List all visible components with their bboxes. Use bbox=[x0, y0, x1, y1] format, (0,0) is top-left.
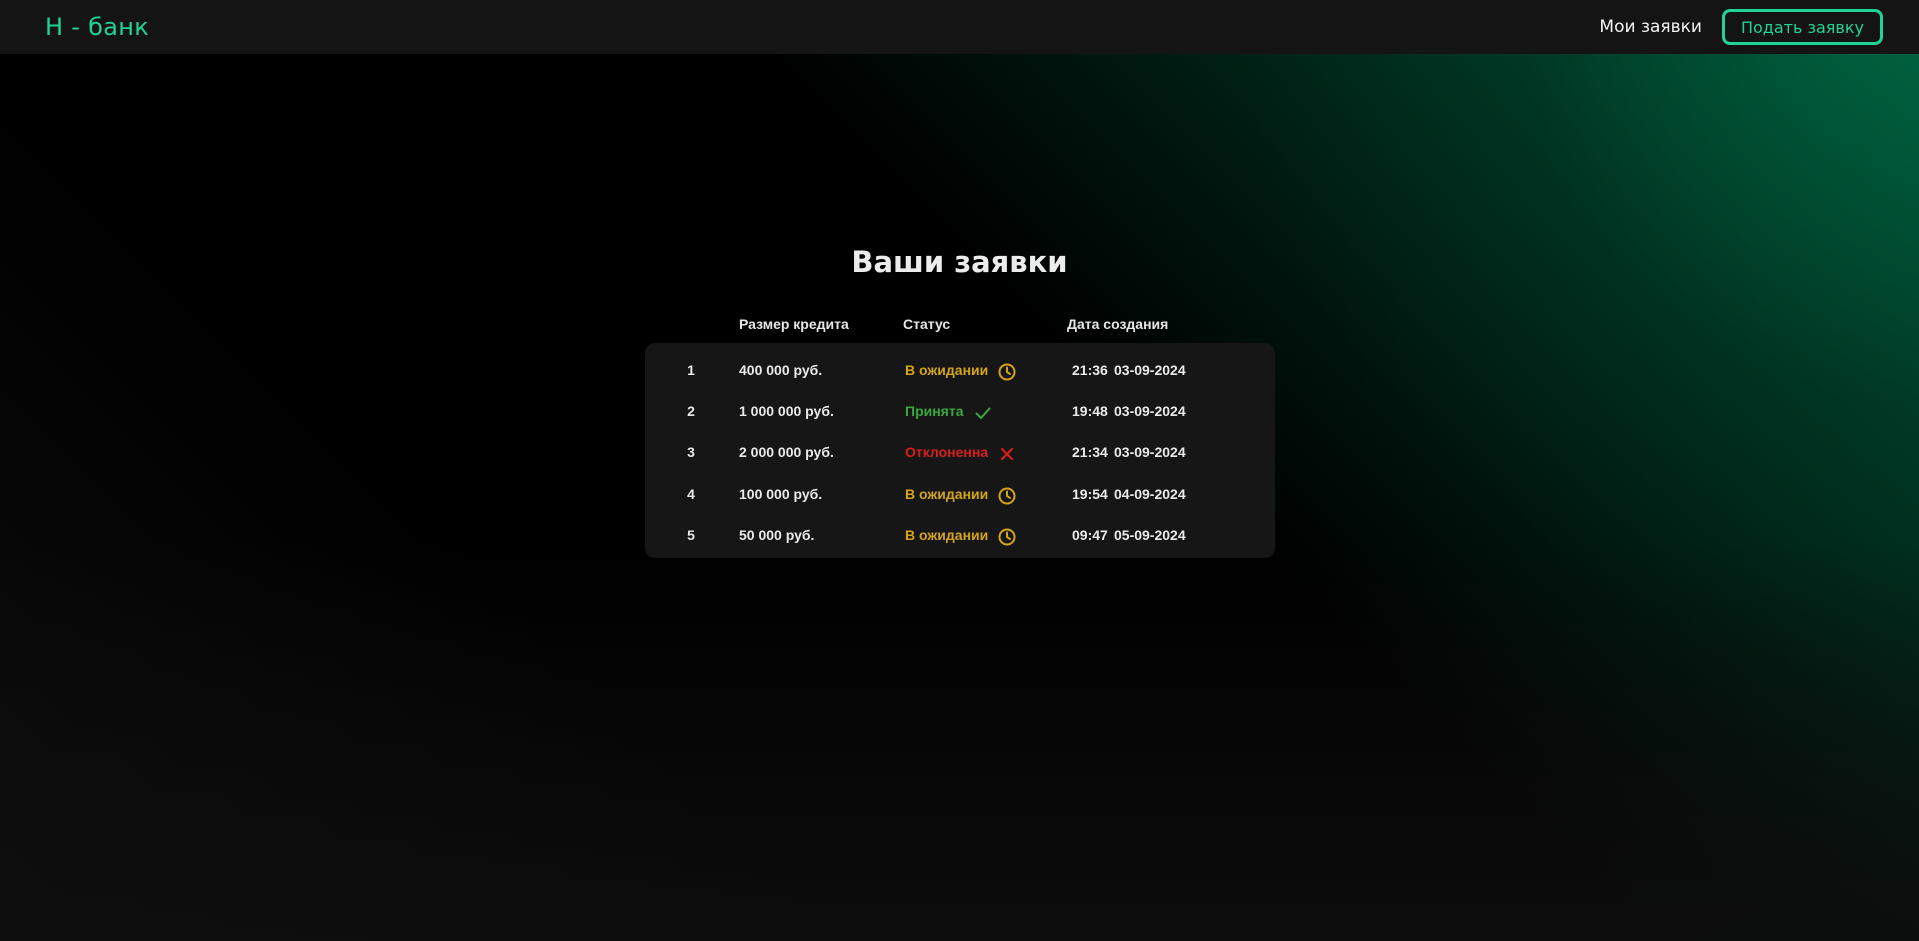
created-date: 03-09-2024 bbox=[1114, 403, 1186, 419]
column-header-date: Дата создания bbox=[1067, 316, 1169, 332]
created-date: 04-09-2024 bbox=[1114, 486, 1186, 502]
requests-table: 1 400 000 руб. В ожидании 21:36 03-09-2024 2 1… bbox=[645, 343, 1275, 558]
clock-icon bbox=[997, 362, 1017, 385]
created-time: 09:47 bbox=[1072, 527, 1108, 543]
status-label: В ожидании bbox=[905, 527, 989, 543]
row-number: 5 bbox=[687, 527, 695, 543]
credit-amount: 50 000 руб. bbox=[739, 527, 815, 543]
credit-amount: 400 000 руб. bbox=[739, 362, 823, 378]
status-label: Отклоненна bbox=[905, 444, 989, 460]
background-fade bbox=[0, 541, 1919, 941]
row-number: 1 bbox=[687, 362, 695, 378]
table-row[interactable]: 5 50 000 руб. В ожидании 09:47 05-09-2024 bbox=[645, 515, 1275, 556]
page-title: Ваши заявки bbox=[851, 245, 1068, 279]
created-time: 21:36 bbox=[1072, 362, 1108, 378]
clock-icon bbox=[997, 486, 1017, 509]
column-header-status: Статус bbox=[903, 316, 951, 332]
table-row[interactable]: 1 400 000 руб. В ожидании 21:36 03-09-2024 bbox=[645, 350, 1275, 391]
top-nav: Мои заявки Подать заявку bbox=[1599, 9, 1883, 45]
row-number: 2 bbox=[687, 403, 695, 419]
status-label: В ожидании bbox=[905, 486, 989, 502]
clock-icon bbox=[997, 527, 1017, 550]
table-header: Размер кредита Статус Дата создания bbox=[645, 316, 1275, 336]
bank-logo[interactable]: Н - банк bbox=[45, 13, 149, 41]
created-date: 05-09-2024 bbox=[1114, 527, 1186, 543]
credit-amount: 1 000 000 руб. bbox=[739, 403, 834, 419]
credit-amount: 2 000 000 руб. bbox=[739, 444, 834, 460]
created-time: 19:48 bbox=[1072, 403, 1108, 419]
created-time: 21:34 bbox=[1072, 444, 1108, 460]
column-header-amount: Размер кредита bbox=[739, 316, 849, 332]
check-icon bbox=[973, 403, 993, 426]
table-row[interactable]: 4 100 000 руб. В ожидании 19:54 04-09-2024 bbox=[645, 474, 1275, 515]
my-requests-link[interactable]: Мои заявки bbox=[1599, 17, 1702, 37]
status-label: В ожидании bbox=[905, 362, 989, 378]
credit-amount: 100 000 руб. bbox=[739, 486, 823, 502]
created-time: 19:54 bbox=[1072, 486, 1108, 502]
table-row[interactable]: 3 2 000 000 руб. Отклоненна 21:34 03-09-2024 bbox=[645, 432, 1275, 473]
submit-request-button[interactable]: Подать заявку bbox=[1721, 9, 1883, 45]
table-row[interactable]: 2 1 000 000 руб. Принята 19:48 03-09-2024 bbox=[645, 391, 1275, 432]
created-date: 03-09-2024 bbox=[1114, 362, 1186, 378]
row-number: 4 bbox=[687, 486, 695, 502]
status-label: Принята bbox=[905, 403, 964, 419]
row-number: 3 bbox=[687, 444, 695, 460]
created-date: 03-09-2024 bbox=[1114, 444, 1186, 460]
top-header: Н - банк Мои заявки Подать заявку bbox=[0, 0, 1919, 54]
close-icon bbox=[997, 444, 1017, 467]
